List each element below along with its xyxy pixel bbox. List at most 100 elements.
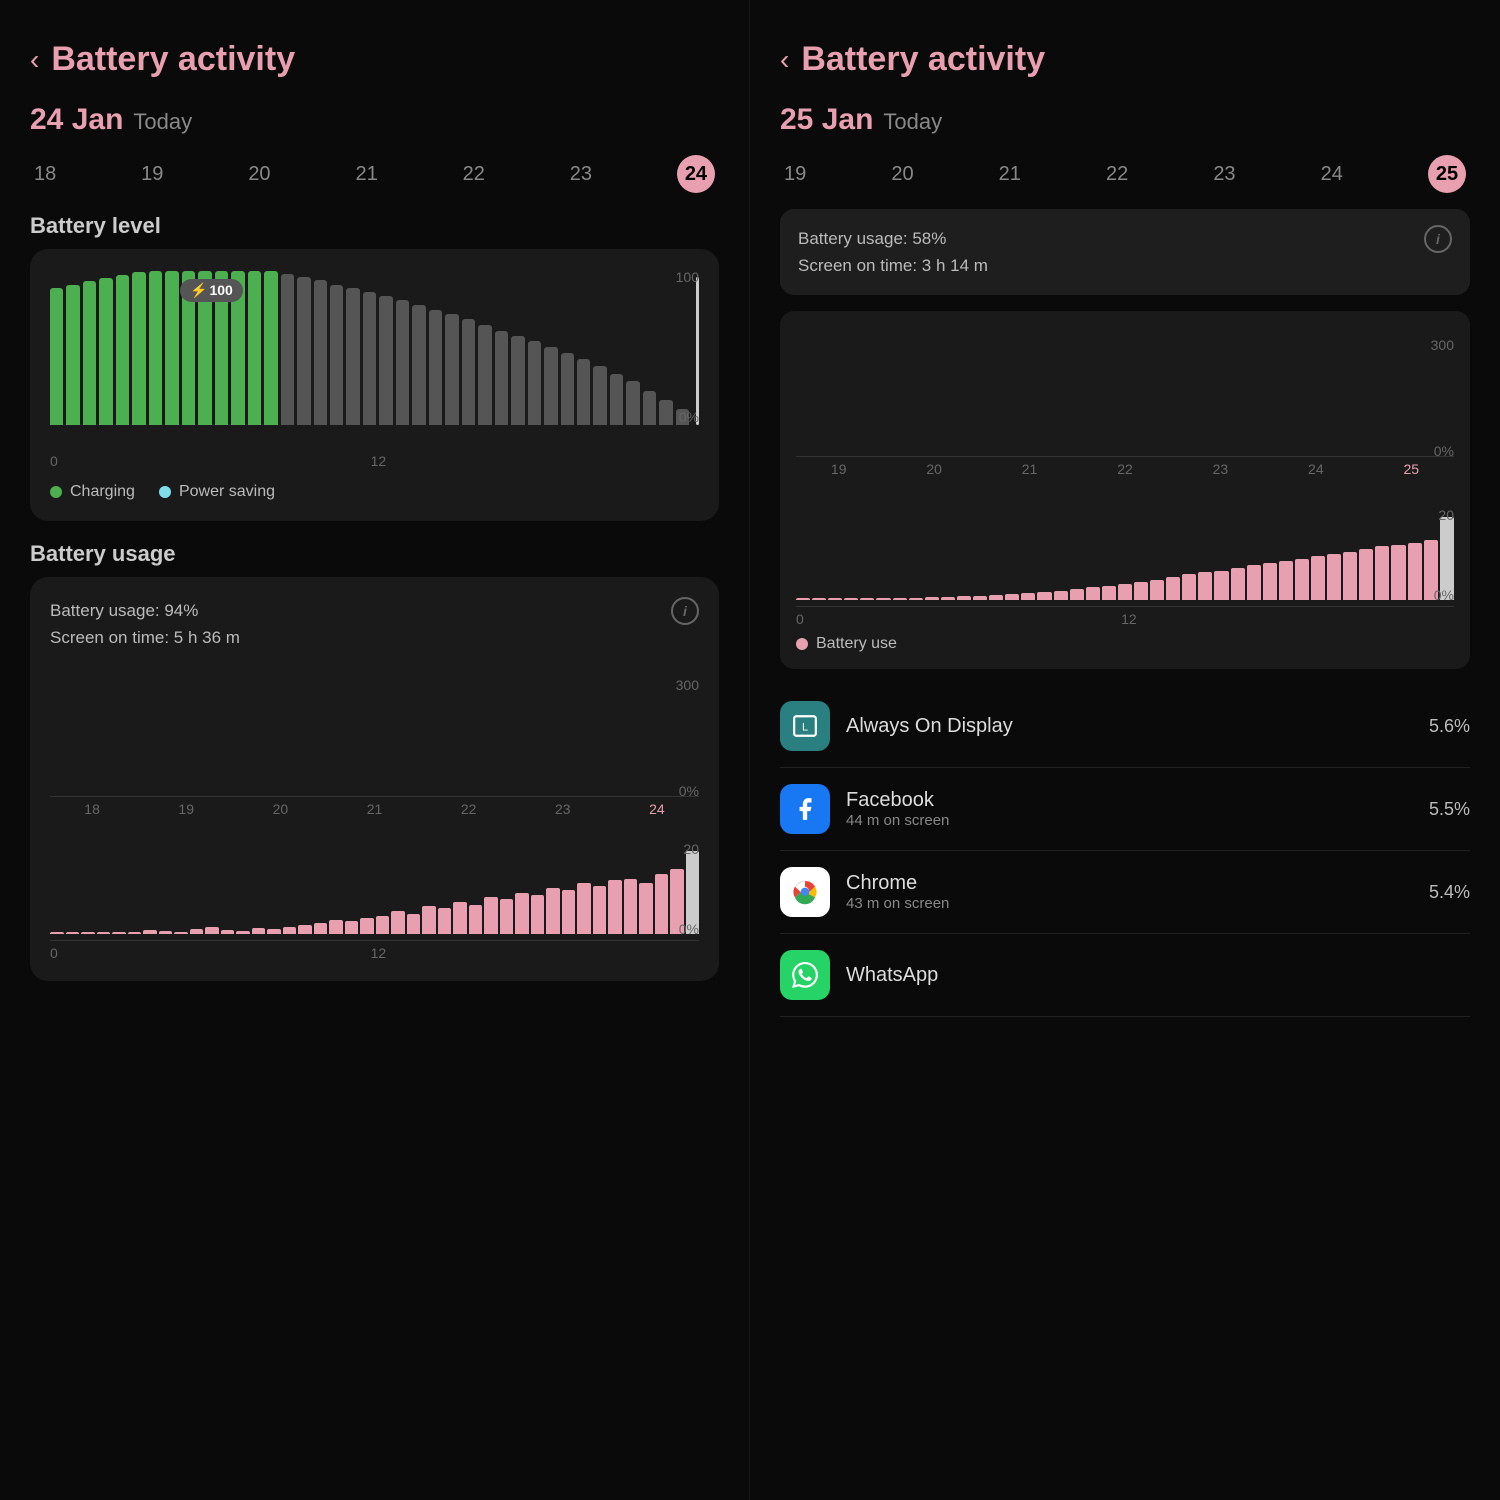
aod-info: Always On Display [846,715,1413,738]
chrome-sub: 43 m on screen [846,895,1413,912]
rhb-28 [1231,568,1245,601]
lhb-8 [159,931,173,935]
left-wx-18: 18 [50,801,134,817]
left-battery-level-card: 100 100 0% 0 12 Charging [30,249,719,521]
right-date-20[interactable]: 20 [891,163,913,186]
chrome-info: Chrome 43 m on screen [846,872,1413,912]
rhb-31 [1279,561,1293,600]
right-info-icon[interactable]: i [1424,225,1452,253]
left-info-icon[interactable]: i [671,597,699,625]
battery-bar-34 [593,366,606,425]
right-hourly-y-bottom: 0% [1434,587,1454,603]
lhb-32 [531,895,545,934]
right-weekly-y-top: 300 [1431,337,1454,353]
right-date-23[interactable]: 23 [1213,163,1235,186]
svg-text:L: L [802,722,808,734]
rhb-14 [1005,594,1019,601]
right-date-nav[interactable]: 19 20 21 22 23 24 25 [780,155,1470,193]
lhb-16 [283,927,297,934]
left-back-arrow[interactable]: ‹ [30,46,39,74]
left-weekly-y-top: 300 [676,677,699,693]
right-wx-21: 21 [987,461,1072,477]
lhb-38 [624,879,638,935]
battery-bar-5 [116,275,129,425]
left-date: 24 Jan [30,103,123,137]
lhb-35 [577,883,591,934]
right-hourly-x-labels: 0 12 [796,611,1454,627]
battery-bar-17 [314,280,327,425]
chrome-percent: 5.4% [1429,882,1470,903]
rhb-18 [1070,589,1084,600]
whatsapp-icon [780,950,830,1000]
charge-badge: 100 [180,279,243,302]
rhb-30 [1263,563,1277,600]
left-hourly-chart: 20 [50,841,699,961]
left-date-nav[interactable]: 18 19 20 21 22 23 24 [30,155,719,193]
left-date-24-active[interactable]: 24 [677,155,715,193]
right-date-19[interactable]: 19 [784,163,806,186]
left-date-19[interactable]: 19 [141,163,163,186]
rhb-9 [925,597,939,601]
lhb-31 [515,893,529,935]
left-date-21[interactable]: 21 [355,163,377,186]
aod-icon: L [780,701,830,751]
right-back-arrow[interactable]: ‹ [780,46,789,74]
left-weekly-y-bottom: 0% [679,783,699,799]
lhb-11 [205,927,219,934]
rhb-4 [844,598,858,600]
left-usage-info: Battery usage: 94% Screen on time: 5 h 3… [50,597,699,651]
right-hx-0: 0 [796,611,804,627]
right-date-25-active[interactable]: 25 [1428,155,1466,193]
facebook-sub: 44 m on screen [846,812,1413,829]
app-item-aod[interactable]: L Always On Display 5.6% [780,685,1470,768]
chrome-icon [780,867,830,917]
battery-legend: Charging Power saving [50,483,699,501]
rhb-37 [1375,546,1389,600]
legend-power-saving: Power saving [159,483,275,501]
battery-bar-36 [626,381,639,425]
legend-charging: Charging [50,483,135,501]
battery-bar-33 [577,359,590,425]
rhb-26 [1198,572,1212,600]
rhb-22 [1134,582,1148,601]
battery-bar-26 [462,319,475,425]
legend-charging-label: Charging [70,483,135,501]
lhb-17 [298,925,312,934]
battery-bar-22 [396,300,409,425]
left-wx-19: 19 [144,801,228,817]
left-page-title: Battery activity [51,40,295,79]
left-battery-usage-title: Battery usage [30,541,719,567]
left-date-20[interactable]: 20 [248,163,270,186]
app-item-whatsapp[interactable]: WhatsApp [780,934,1470,1017]
battery-bar-28 [495,331,508,425]
rhb-36 [1359,549,1373,600]
left-date-18[interactable]: 18 [34,163,56,186]
right-hourly-y-top: 20 [1438,507,1454,523]
app-item-chrome[interactable]: Chrome 43 m on screen 5.4% [780,851,1470,934]
rhb-32 [1295,559,1309,601]
right-date-24[interactable]: 24 [1321,163,1343,186]
right-usage-percent: Battery usage: 58% [798,225,988,252]
rhb-10 [941,597,955,601]
right-date-22[interactable]: 22 [1106,163,1128,186]
left-wx-23: 23 [521,801,605,817]
aod-name: Always On Display [846,715,1413,738]
lhb-21 [360,918,374,935]
left-date-23[interactable]: 23 [570,163,592,186]
right-wx-23: 23 [1178,461,1263,477]
battery-bar-29 [511,336,524,425]
battery-bar-31 [544,347,557,425]
battery-bar-21 [379,296,392,425]
lhb-30 [500,899,514,934]
right-weekly-chart: 300 [796,327,1454,487]
battery-bar-7 [149,271,162,425]
rhb-38 [1391,545,1405,601]
battery-bar-18 [330,285,343,425]
left-date-22[interactable]: 22 [463,163,485,186]
battery-bar-24 [429,310,442,425]
right-date-21[interactable]: 21 [999,163,1021,186]
y-label-100: 100 [676,269,699,285]
left-hourly-y-bottom: 0% [679,921,699,937]
right-wx-19: 19 [796,461,881,477]
app-item-facebook[interactable]: Facebook 44 m on screen 5.5% [780,768,1470,851]
